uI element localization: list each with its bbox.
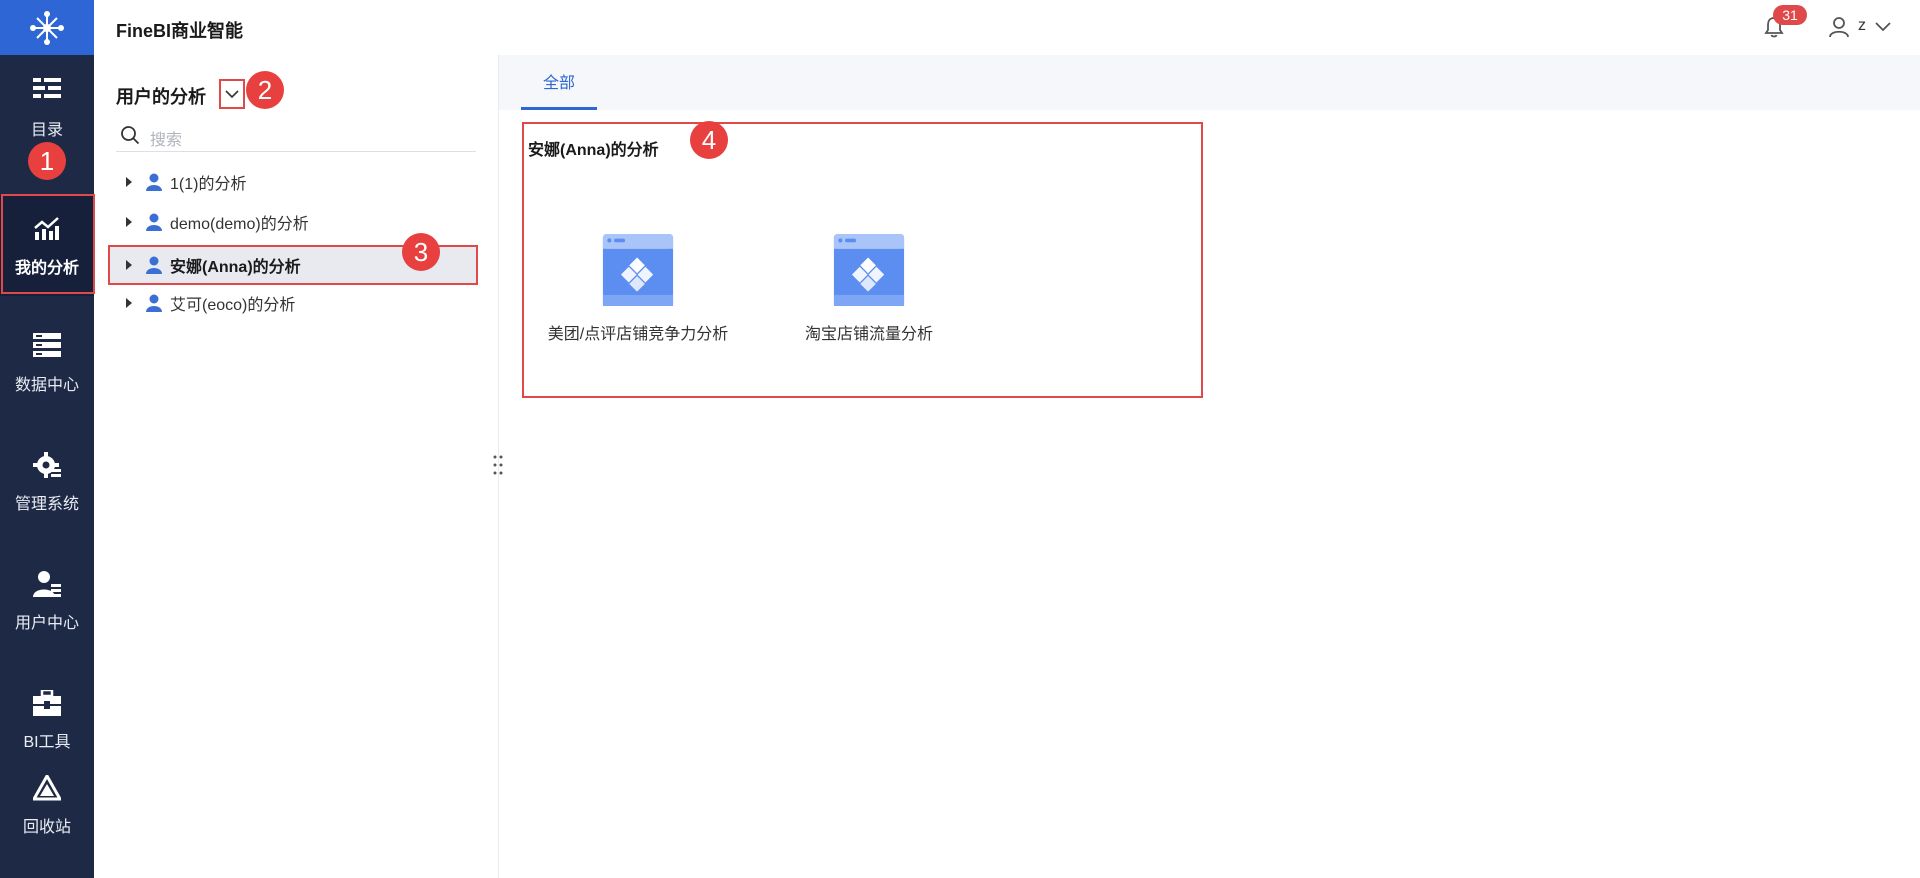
tab-bar: 全部 — [499, 55, 1920, 110]
dashboard-thumbnail-icon — [833, 234, 905, 306]
nav-item-label: 用户中心 — [14, 615, 79, 632]
expand-arrow-icon[interactable] — [126, 217, 132, 227]
user-icon — [146, 173, 162, 191]
notification-badge: 31 — [1773, 5, 1807, 25]
expand-arrow-icon[interactable] — [126, 177, 132, 187]
expand-arrow-icon[interactable] — [126, 260, 132, 270]
analysis-card[interactable]: 淘宝店铺流量分析 — [769, 234, 969, 344]
left-nav: 目录 我的分析 数据中心 管理系统 用户中心 BI工具 回收站 — [0, 0, 94, 878]
annotation-marker-1: 1 — [28, 142, 66, 180]
nav-item-recycle-bin[interactable]: 回收站 — [0, 755, 94, 855]
nav-item-user-center[interactable]: 用户中心 — [0, 551, 94, 651]
chevron-down-icon — [225, 90, 239, 99]
user-name[interactable]: z — [1858, 17, 1866, 35]
top-header: FineBI商业智能 31 z — [94, 0, 1920, 55]
nav-item-label: 回收站 — [22, 819, 71, 836]
nav-item-label: 目录 — [30, 122, 63, 139]
analysis-card[interactable]: 美团/点评店铺竞争力分析 — [538, 234, 738, 344]
tree-item-label: 1(1)的分析 — [170, 176, 247, 193]
tree-item-user-analysis[interactable]: 1(1)的分析 — [110, 164, 486, 200]
tree-item-label: demo(demo)的分析 — [170, 216, 309, 233]
app-logo[interactable] — [0, 0, 94, 55]
analysis-card-name: 淘宝店铺流量分析 — [804, 326, 933, 343]
chevron-down-icon[interactable] — [1874, 18, 1892, 36]
toolbox-icon — [32, 688, 62, 718]
nav-item-data-center[interactable]: 数据中心 — [0, 313, 94, 413]
annotation-marker-4: 4 — [690, 121, 728, 159]
tree-item-label: 艾可(eoco)的分析 — [170, 297, 296, 314]
tab-all[interactable]: 全部 — [521, 55, 597, 110]
logo-icon — [30, 10, 64, 45]
tree-item-user-analysis[interactable]: 艾可(eoco)的分析 — [110, 285, 486, 321]
data-center-icon — [32, 331, 62, 361]
panel-resize-handle-icon[interactable] — [492, 454, 504, 476]
tree-item-label: 安娜(Anna)的分析 — [170, 259, 301, 276]
section-title: 安娜(Anna)的分析 — [528, 142, 659, 159]
management-gear-icon — [32, 450, 62, 480]
annotation-marker-3: 3 — [402, 233, 440, 271]
analysis-section: 安娜(Anna)的分析 美团/点评店铺竞争力分析 淘宝店铺流量分析 — [522, 122, 1203, 398]
search-icon — [121, 126, 140, 145]
analysis-directory-panel: 用户的分析 搜索 1(1)的分析 demo(demo)的分析 安娜(Anna)的… — [94, 55, 499, 878]
user-center-icon — [32, 569, 62, 599]
nav-item-label: 数据中心 — [14, 377, 79, 394]
panel-title: 用户的分析 — [116, 87, 206, 107]
user-icon — [146, 294, 162, 312]
nav-item-management[interactable]: 管理系统 — [0, 432, 94, 532]
nav-item-label: BI工具 — [23, 734, 71, 751]
recycle-bin-icon — [32, 773, 62, 803]
expand-arrow-icon[interactable] — [126, 298, 132, 308]
catalog-icon — [32, 76, 62, 106]
nav-item-label: 管理系统 — [14, 496, 79, 513]
analysis-card-name: 美团/点评店铺竞争力分析 — [547, 326, 729, 343]
panel-title-dropdown[interactable] — [219, 79, 245, 109]
search-box[interactable]: 搜索 — [116, 119, 476, 152]
annotation-marker-2: 2 — [246, 71, 284, 109]
user-icon — [146, 213, 162, 231]
user-avatar-icon[interactable] — [1828, 16, 1850, 38]
search-input[interactable]: 搜索 — [150, 126, 182, 150]
highlight-box-nav — [1, 194, 95, 294]
dashboard-thumbnail-icon — [602, 234, 674, 306]
user-icon — [146, 256, 162, 274]
app-title: FineBI商业智能 — [116, 21, 244, 41]
